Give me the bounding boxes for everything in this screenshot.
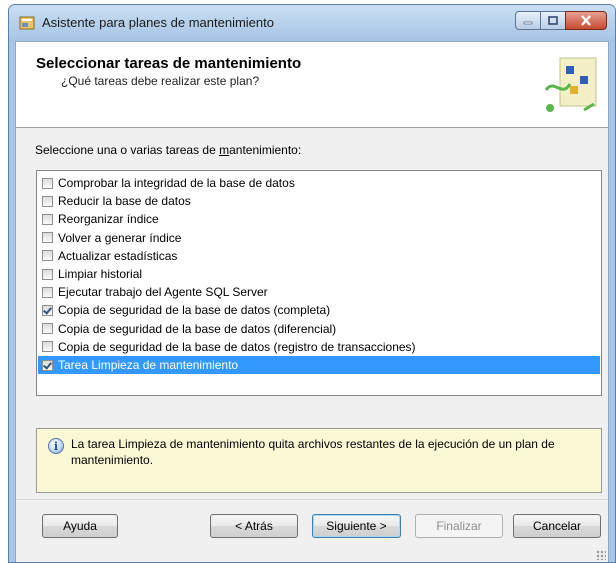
task-item[interactable]: Comprobar la integridad de la base de da…	[38, 174, 600, 192]
task-checklist[interactable]: Comprobar la integridad de la base de da…	[36, 170, 602, 396]
task-checkbox[interactable]	[42, 268, 53, 280]
back-button[interactable]: < Atrás	[210, 514, 298, 538]
task-item[interactable]: Ejecutar trabajo del Agente SQL Server	[38, 283, 600, 301]
task-checkbox[interactable]	[42, 232, 53, 244]
wizard-header: Seleccionar tareas de mantenimiento ¿Qué…	[16, 42, 608, 128]
task-label: Tarea Limpieza de mantenimiento	[58, 358, 239, 372]
cancel-button[interactable]: Cancelar	[513, 514, 601, 538]
task-item[interactable]: Actualizar estadísticas	[38, 247, 600, 265]
prompt-text-end: antenimiento:	[229, 143, 302, 157]
task-list-prompt: Seleccione una o varias tareas de manten…	[35, 143, 301, 157]
task-checkbox[interactable]	[42, 286, 53, 298]
task-item[interactable]: Copia de seguridad de la base de datos (…	[38, 301, 600, 319]
page-title: Seleccionar tareas de mantenimiento	[36, 55, 302, 72]
task-label: Reorganizar índice	[58, 212, 159, 227]
next-button[interactable]: Siguiente >	[312, 514, 401, 538]
task-checkbox[interactable]	[42, 195, 53, 207]
page-subtitle: ¿Qué tareas debe realizar este plan?	[61, 74, 260, 88]
task-item[interactable]: Copia de seguridad de la base de datos (…	[38, 338, 600, 356]
task-checkbox[interactable]	[42, 304, 53, 316]
prompt-access-key: m	[219, 143, 230, 157]
task-label: Comprobar la integridad de la base de da…	[58, 176, 295, 190]
close-icon	[581, 15, 591, 26]
wizard-window: Asistente para planes de mantenimiento S…	[8, 4, 616, 563]
task-checkbox[interactable]	[42, 177, 53, 189]
prompt-text-start: Seleccione una o varias tareas de	[35, 143, 220, 157]
task-checkbox[interactable]	[42, 250, 53, 262]
help-button[interactable]: Ayuda	[42, 514, 118, 538]
task-label: Ejecutar trabajo del Agente SQL Server	[58, 285, 268, 300]
task-item[interactable]: Reorganizar índice	[38, 210, 600, 228]
task-item[interactable]: Tarea Limpieza de mantenimiento	[38, 356, 600, 374]
minimize-icon	[523, 21, 533, 24]
title-bar[interactable]: Asistente para planes de mantenimiento	[9, 5, 615, 41]
task-item[interactable]: Limpiar historial	[38, 265, 600, 283]
task-label: Limpiar historial	[58, 267, 143, 281]
task-label: Reducir la base de datos	[58, 194, 191, 209]
wizard-banner-icon	[544, 57, 597, 112]
info-icon: i	[48, 438, 64, 454]
wizard-client-area: Seleccionar tareas de mantenimiento ¿Qué…	[15, 41, 609, 562]
task-description-box: i La tarea Limpieza de mantenimiento qui…	[36, 428, 602, 493]
maximize-icon	[548, 16, 558, 25]
task-label: Copia de seguridad de la base de datos (…	[58, 339, 416, 354]
task-checkbox[interactable]	[42, 341, 53, 353]
task-checkbox[interactable]	[42, 359, 53, 371]
task-label: Copia de seguridad de la base de datos (…	[58, 321, 337, 336]
task-item[interactable]: Volver a generar índice	[38, 229, 600, 247]
close-button[interactable]	[565, 11, 607, 30]
maximize-button[interactable]	[540, 11, 566, 30]
task-description: La tarea Limpieza de mantenimiento quita…	[71, 437, 555, 467]
button-bar: Ayuda < Atrás Siguiente > Finalizar Canc…	[16, 499, 608, 562]
wizard-icon	[19, 15, 35, 31]
window-title: Asistente para planes de mantenimiento	[42, 15, 274, 30]
minimize-button[interactable]	[515, 11, 541, 30]
task-checkbox[interactable]	[42, 213, 53, 225]
task-item[interactable]: Reducir la base de datos	[38, 192, 600, 210]
task-checkbox[interactable]	[42, 323, 53, 335]
task-label: Volver a generar índice	[58, 230, 182, 245]
finish-button[interactable]: Finalizar	[415, 514, 503, 538]
task-label: Copia de seguridad de la base de datos (…	[58, 303, 331, 318]
resize-grip[interactable]	[596, 550, 606, 560]
task-item[interactable]: Copia de seguridad de la base de datos (…	[38, 320, 600, 338]
task-label: Actualizar estadísticas	[58, 248, 178, 263]
